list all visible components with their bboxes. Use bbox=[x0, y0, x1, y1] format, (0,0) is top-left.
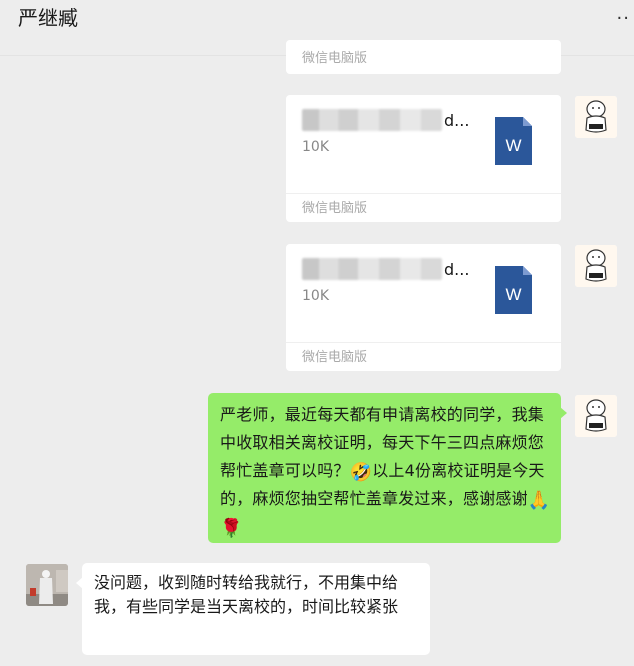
avatar-me[interactable] bbox=[575, 395, 617, 437]
file-source-label: 微信电脑版 bbox=[302, 51, 368, 66]
word-icon: W bbox=[495, 117, 532, 165]
file-card-partial[interactable]: 微信电脑版 bbox=[286, 40, 561, 74]
rose-emoji: 🌹 bbox=[220, 518, 243, 539]
pray-emoji: 🙏 bbox=[527, 490, 551, 511]
file-message-1[interactable]: d... 10K W 微信电脑版 bbox=[286, 95, 561, 222]
word-icon: W bbox=[495, 266, 532, 314]
file-name: d... bbox=[302, 256, 469, 282]
file-name-suffix: d... bbox=[444, 259, 470, 279]
avatar-me[interactable] bbox=[575, 96, 617, 138]
incoming-message[interactable]: 没问题，收到随时转给我就行，不用集中给我，有些同学是当天离校的，时间比较紧张 bbox=[76, 563, 430, 655]
avatar-cartoon-icon bbox=[575, 245, 617, 287]
avatar-cartoon-icon bbox=[575, 96, 617, 138]
avatar-photo-icon bbox=[26, 564, 68, 606]
file-size: 10K bbox=[302, 288, 329, 304]
avatar-contact[interactable] bbox=[26, 564, 68, 606]
svg-text:W: W bbox=[505, 285, 521, 304]
file-source-label: 微信电脑版 bbox=[286, 193, 561, 223]
file-size: 10K bbox=[302, 139, 329, 155]
avatar-me[interactable] bbox=[575, 245, 617, 287]
file-name-blurred bbox=[302, 109, 442, 131]
rofl-emoji: 🤣 bbox=[349, 462, 373, 483]
chat-title: 严继臧 bbox=[18, 6, 78, 30]
outgoing-message[interactable]: 严老师，最近每天都有申请离校的同学，我集中收取相关离校证明，每天下午三四点麻烦您… bbox=[208, 393, 567, 543]
file-source-label: 微信电脑版 bbox=[286, 342, 561, 372]
file-name-suffix: d... bbox=[444, 110, 470, 130]
file-message-2[interactable]: d... 10K W 微信电脑版 bbox=[286, 244, 561, 371]
svg-text:W: W bbox=[505, 136, 521, 155]
avatar-cartoon-icon bbox=[575, 395, 617, 437]
message-text: 没问题，收到随时转给我就行，不用集中给我，有些同学是当天离校的，时间比较紧张 bbox=[94, 573, 399, 616]
more-icon[interactable]: ·· bbox=[617, 8, 630, 29]
file-name-blurred bbox=[302, 258, 442, 280]
file-name: d... bbox=[302, 107, 469, 133]
